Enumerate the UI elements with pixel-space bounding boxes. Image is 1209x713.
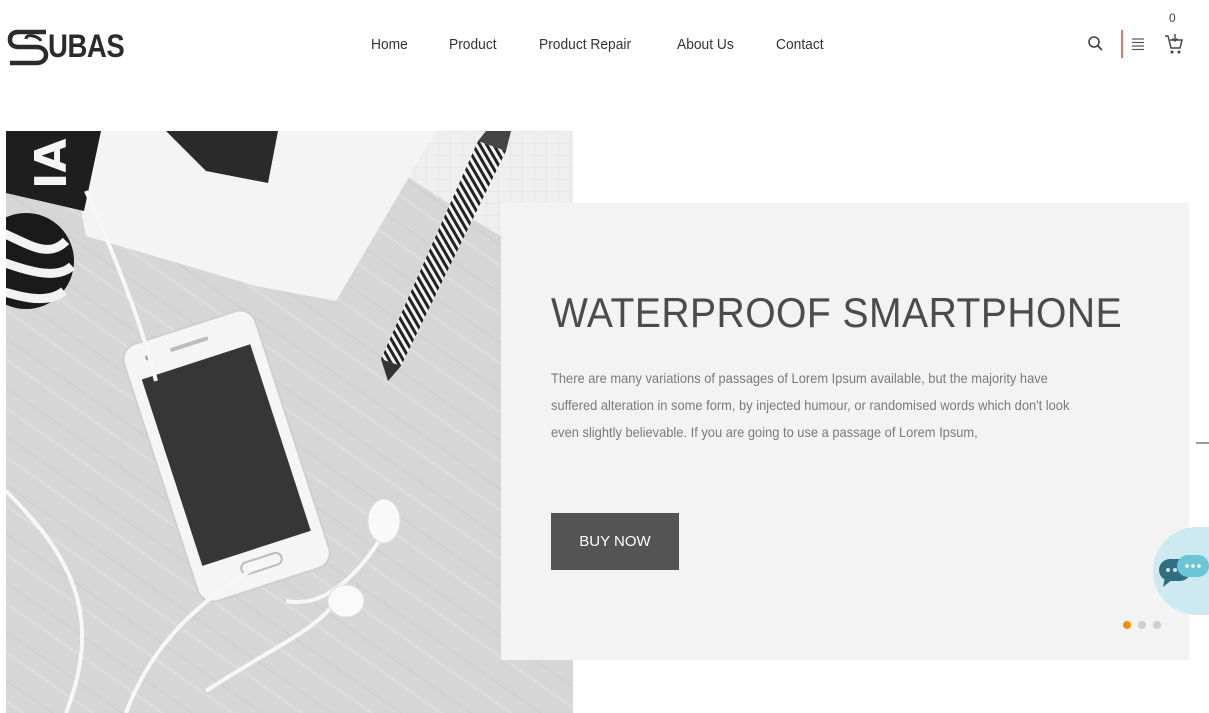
hero-card: WATERPROOF SMARTPHONE There are many var…: [501, 203, 1189, 660]
search-icon[interactable]: [1085, 33, 1107, 55]
logo-text: UBAS: [48, 28, 125, 64]
slider-dot-1[interactable]: [1123, 621, 1131, 629]
cart-count: 0: [1169, 11, 1176, 25]
main-nav: Home Product Product Repair About Us Con…: [371, 36, 828, 53]
cart[interactable]: 0: [1163, 11, 1185, 55]
slider-dots: [1123, 621, 1161, 629]
nav-product[interactable]: Product: [449, 36, 497, 53]
list-icon[interactable]: [1127, 33, 1149, 55]
site-header: UBAS Home Product Product Repair About U…: [0, 0, 1209, 95]
hero-image: IA: [6, 131, 573, 713]
buy-now-button[interactable]: BUY NOW: [551, 513, 679, 570]
svg-text:IA: IA: [26, 139, 77, 189]
nav-contact[interactable]: Contact: [776, 36, 824, 53]
slider-dot-3[interactable]: [1153, 621, 1161, 629]
side-scroll-indicator[interactable]: [1196, 442, 1209, 444]
hero-title: WATERPROOF SMARTPHONE: [551, 289, 1123, 336]
slider-dot-2[interactable]: [1138, 621, 1146, 629]
logo-s-mark-icon: [6, 26, 52, 66]
logo[interactable]: UBAS: [6, 22, 137, 70]
header-tools: 0: [1085, 11, 1185, 58]
nav-product-repair[interactable]: Product Repair: [539, 36, 631, 53]
divider: [1121, 30, 1123, 58]
chat-icon: [1159, 555, 1209, 594]
nav-about-us[interactable]: About Us: [677, 36, 734, 53]
cart-icon[interactable]: [1163, 33, 1185, 55]
nav-home[interactable]: Home: [371, 36, 408, 53]
hero-description: There are many variations of passages of…: [551, 370, 1070, 440]
